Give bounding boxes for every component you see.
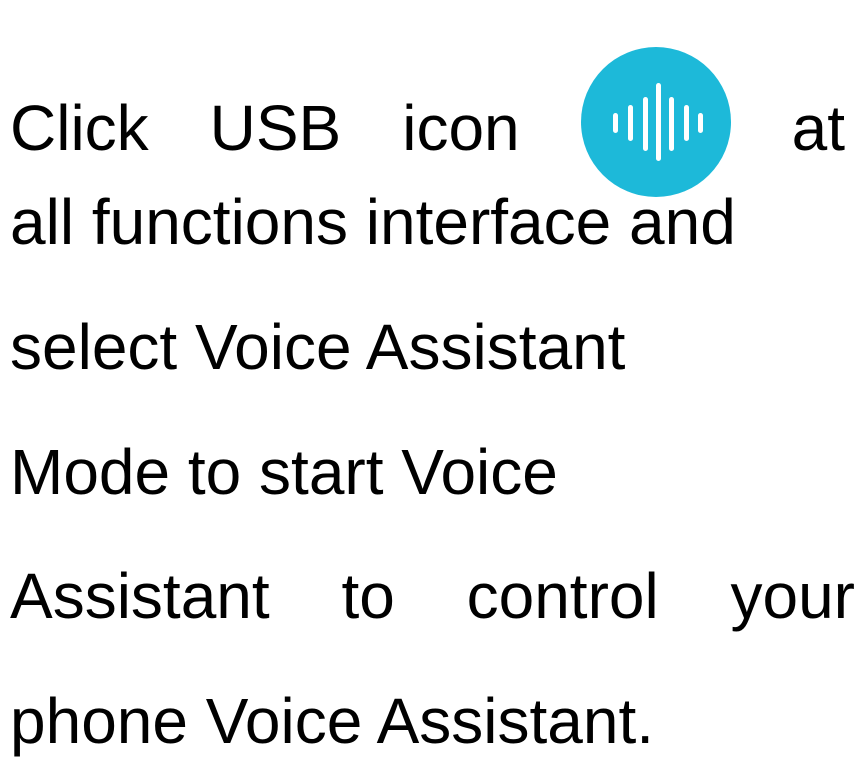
waveform-bar-7 bbox=[697, 113, 703, 133]
instruction-line-4: Mode to start Voice bbox=[10, 436, 558, 508]
instruction-line-3: select Voice Assistant bbox=[10, 311, 626, 383]
voice-waveform-icon bbox=[580, 47, 731, 197]
waveform-bar-2 bbox=[627, 105, 633, 141]
waveform-bars bbox=[612, 83, 703, 161]
word-click: Click bbox=[10, 92, 149, 164]
instruction-line-5: Assistant to control your bbox=[10, 558, 855, 634]
word-your: your bbox=[730, 560, 855, 632]
waveform-bar-6 bbox=[683, 105, 689, 141]
instruction-document: Click USB icon at all functions interfac… bbox=[0, 0, 865, 757]
word-usb: USB bbox=[209, 92, 342, 164]
waveform-bar-4 bbox=[655, 83, 661, 161]
waveform-bar-5 bbox=[668, 97, 674, 151]
waveform-bar-3 bbox=[642, 97, 648, 151]
waveform-bar-1 bbox=[612, 113, 618, 133]
instruction-line-1: Click USB icon at bbox=[10, 47, 845, 197]
word-control: control bbox=[466, 560, 659, 632]
word-icon: icon bbox=[402, 92, 520, 164]
word-at: at bbox=[791, 92, 845, 164]
word-assistant: Assistant bbox=[10, 560, 270, 632]
instruction-line-6: phone Voice Assistant. bbox=[10, 685, 654, 757]
word-to: to bbox=[341, 560, 395, 632]
instruction-line-2: all functions interface and bbox=[10, 186, 736, 258]
